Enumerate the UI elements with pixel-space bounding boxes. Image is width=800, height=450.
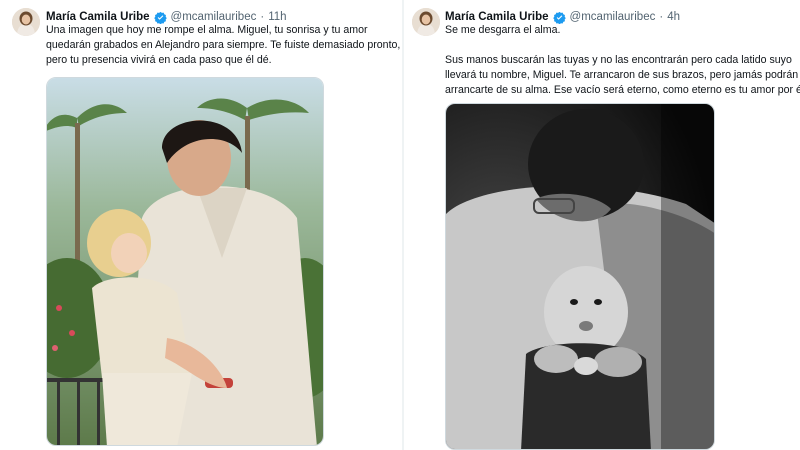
tweet-right: María Camila Uribe @mcamilauribec · 4h S…	[404, 0, 800, 450]
tweet-text: Una imagen que hoy me rompe el alma. Mig…	[46, 23, 401, 68]
photo-man-holding-child	[47, 78, 323, 445]
verified-badge-icon	[552, 11, 566, 24]
tweet-text-line: llevará tu nombre, Miguel. Te arrancaron…	[445, 69, 799, 81]
tweet-text-line: quedarán grabados en Alejandro para siem…	[46, 39, 401, 51]
tweet-text-line: Una imagen que hoy me rompe el alma. Mig…	[46, 24, 368, 36]
author-name[interactable]: María Camila Uribe	[46, 11, 150, 23]
separator-dot: ·	[260, 11, 265, 23]
verified-badge-icon	[153, 11, 167, 24]
separator-dot: ·	[659, 11, 664, 23]
tweet-left: María Camila Uribe @mcamilauribec · 11h …	[0, 0, 402, 450]
avatar-photo	[412, 8, 440, 36]
tweet-text-line: Sus manos buscarán las tuyas y no las en…	[445, 54, 792, 66]
avatar[interactable]	[412, 8, 440, 36]
author-handle[interactable]: @mcamilauribec	[570, 11, 656, 23]
author-handle[interactable]: @mcamilauribec	[171, 11, 257, 23]
tweet-text-line: Se me desgarra el alma.	[445, 24, 561, 36]
tweet-timestamp[interactable]: 4h	[667, 11, 680, 23]
author-name[interactable]: María Camila Uribe	[445, 11, 549, 23]
avatar-photo	[12, 8, 40, 36]
tweet-photo[interactable]	[46, 77, 324, 446]
photo-father-holding-baby-bw	[446, 104, 714, 449]
tweet-text-line: arrancarte de su alma. Ese vacío será et…	[445, 84, 800, 96]
tweet-text: Se me desgarra el alma. Sus manos buscar…	[445, 23, 800, 98]
tweet-photo[interactable]	[445, 103, 715, 450]
tweet-timestamp[interactable]: 11h	[268, 11, 286, 23]
avatar[interactable]	[12, 8, 40, 36]
tweet-text-line: pero tu presencia vivirá en cada paso qu…	[46, 54, 272, 66]
